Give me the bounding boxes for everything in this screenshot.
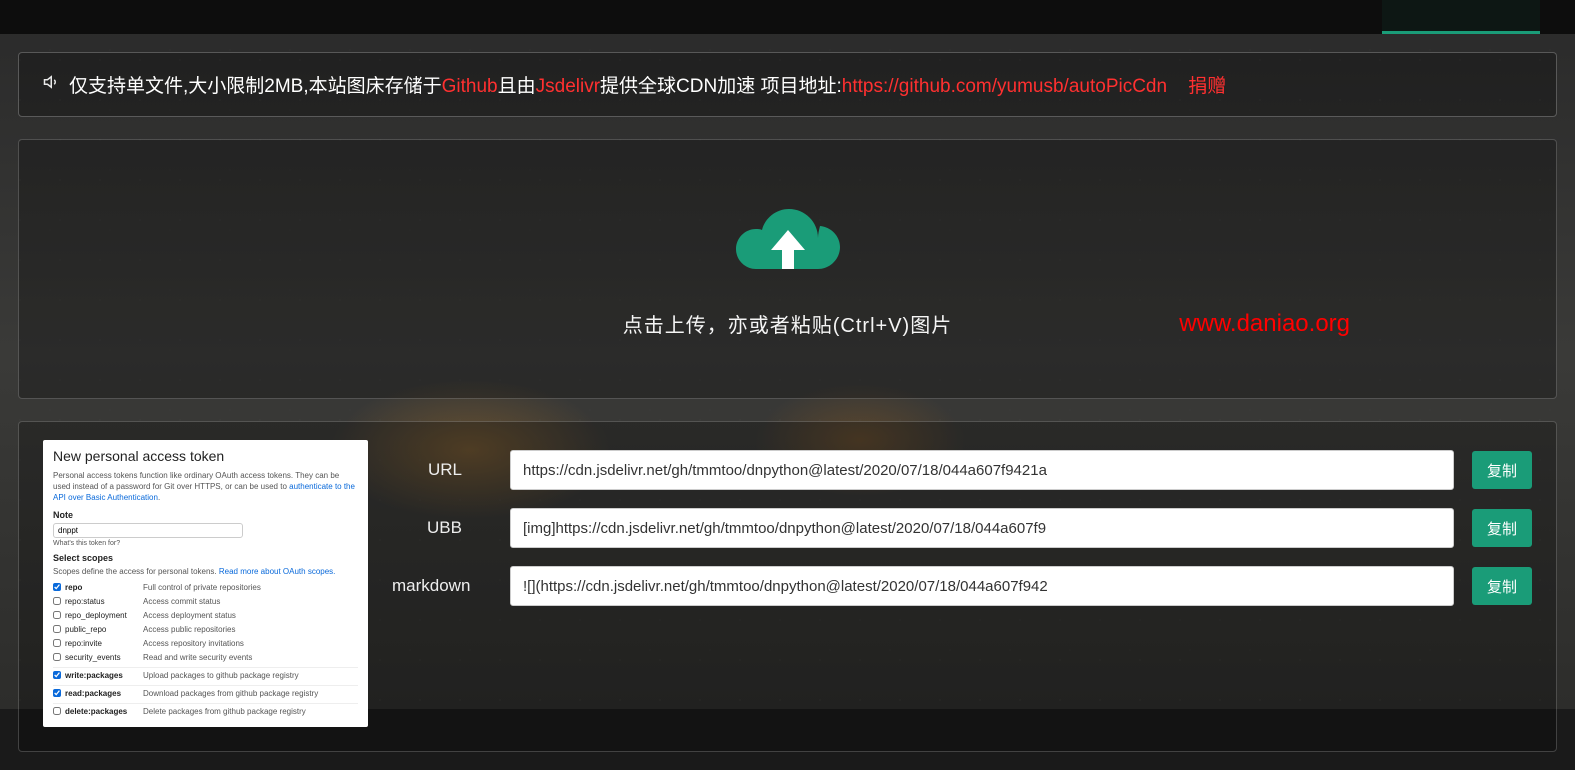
scope-row: public_repoAccess public repositories: [53, 623, 358, 637]
note-hint: What's this token for?: [53, 540, 358, 547]
copy-button-markdown[interactable]: 复制: [1472, 567, 1532, 605]
scope-checkbox[interactable]: [53, 611, 61, 619]
scopes-link[interactable]: Read more about OAuth scopes.: [219, 567, 336, 576]
cloud-upload-icon: [733, 200, 843, 295]
scope-checkbox[interactable]: [53, 625, 61, 633]
donate-link[interactable]: 捐赠: [1188, 76, 1226, 97]
scope-desc: Access deployment status: [143, 611, 236, 621]
output-section: URL 复制 UBB 复制 markdown 复制: [392, 440, 1532, 727]
scope-name: repo_deployment: [65, 611, 143, 621]
scopes-desc: Scopes define the access for personal to…: [53, 566, 358, 577]
scope-row: delete:packagesDelete packages from gith…: [53, 703, 358, 719]
top-bar: [0, 0, 1575, 34]
scope-desc: Download packages from github package re…: [143, 689, 318, 699]
scope-desc: Access commit status: [143, 597, 220, 607]
scope-name: public_repo: [65, 625, 143, 635]
notice-banner: 仅支持单文件,大小限制2MB,本站图床存储于Github且由Jsdelivr提供…: [18, 52, 1557, 117]
project-url-link[interactable]: https://github.com/yumusb/autoPicCdn: [842, 76, 1167, 97]
output-label: URL: [392, 460, 492, 480]
watermark-text: www.daniao.org: [1179, 310, 1350, 338]
scope-desc: Access repository invitations: [143, 639, 244, 649]
scope-desc: Access public repositories: [143, 625, 235, 635]
scopes-label: Select scopes: [53, 553, 358, 563]
token-title: New personal access token: [53, 448, 358, 464]
scope-name: read:packages: [65, 689, 143, 699]
scope-checkbox[interactable]: [53, 671, 61, 679]
result-panel: New personal access token Personal acces…: [18, 421, 1557, 752]
scope-desc: Full control of private repositories: [143, 583, 261, 593]
scope-row: repoFull control of private repositories: [53, 581, 358, 595]
github-token-screenshot: New personal access token Personal acces…: [43, 440, 368, 727]
scope-name: repo:invite: [65, 639, 143, 649]
scope-desc: Upload packages to github package regist…: [143, 671, 299, 681]
scope-checkbox[interactable]: [53, 653, 61, 661]
output-row-markdown: markdown 复制: [392, 566, 1532, 606]
scope-checkbox[interactable]: [53, 583, 61, 591]
scope-name: repo: [65, 583, 143, 593]
note-label: Note: [53, 510, 358, 520]
scope-checkbox[interactable]: [53, 689, 61, 697]
scope-desc: Read and write security events: [143, 653, 252, 663]
scope-row: repo:inviteAccess repository invitations: [53, 637, 358, 651]
scope-row: repo_deploymentAccess deployment status: [53, 609, 358, 623]
scope-checkbox[interactable]: [53, 597, 61, 605]
scope-name: repo:status: [65, 597, 143, 607]
scope-name: delete:packages: [65, 707, 143, 717]
scope-row: read:packagesDownload packages from gith…: [53, 685, 358, 701]
upload-hint-text: 点击上传，亦或者粘贴(Ctrl+V)图片: [623, 309, 952, 338]
sound-icon: [43, 73, 61, 97]
note-input[interactable]: [53, 523, 243, 538]
output-input-markdown[interactable]: [510, 566, 1454, 606]
scope-row: security_eventsRead and write security e…: [53, 651, 358, 665]
output-label: markdown: [392, 576, 492, 596]
notice-text: 仅支持单文件,大小限制2MB,本站图床存储于Github且由Jsdelivr提供…: [69, 71, 1226, 98]
output-row-url: URL 复制: [392, 450, 1532, 490]
token-desc: Personal access tokens function like ord…: [53, 470, 358, 504]
copy-button-url[interactable]: 复制: [1472, 451, 1532, 489]
copy-button-ubb[interactable]: 复制: [1472, 509, 1532, 547]
scope-name: write:packages: [65, 671, 143, 681]
scope-row: repo:statusAccess commit status: [53, 595, 358, 609]
scope-name: security_events: [65, 653, 143, 663]
output-input-url[interactable]: [510, 450, 1454, 490]
scope-checkbox[interactable]: [53, 707, 61, 715]
scope-desc: Delete packages from github package regi…: [143, 707, 306, 717]
scope-checkbox[interactable]: [53, 639, 61, 647]
output-row-ubb: UBB 复制: [392, 508, 1532, 548]
scope-row: write:packagesUpload packages to github …: [53, 667, 358, 683]
jsdelivr-link[interactable]: Jsdelivr: [536, 76, 600, 97]
active-tab-indicator[interactable]: [1382, 0, 1540, 34]
output-input-ubb[interactable]: [510, 508, 1454, 548]
output-label: UBB: [392, 518, 492, 538]
github-link[interactable]: Github: [442, 76, 498, 97]
upload-dropzone[interactable]: 点击上传，亦或者粘贴(Ctrl+V)图片: [18, 139, 1557, 399]
